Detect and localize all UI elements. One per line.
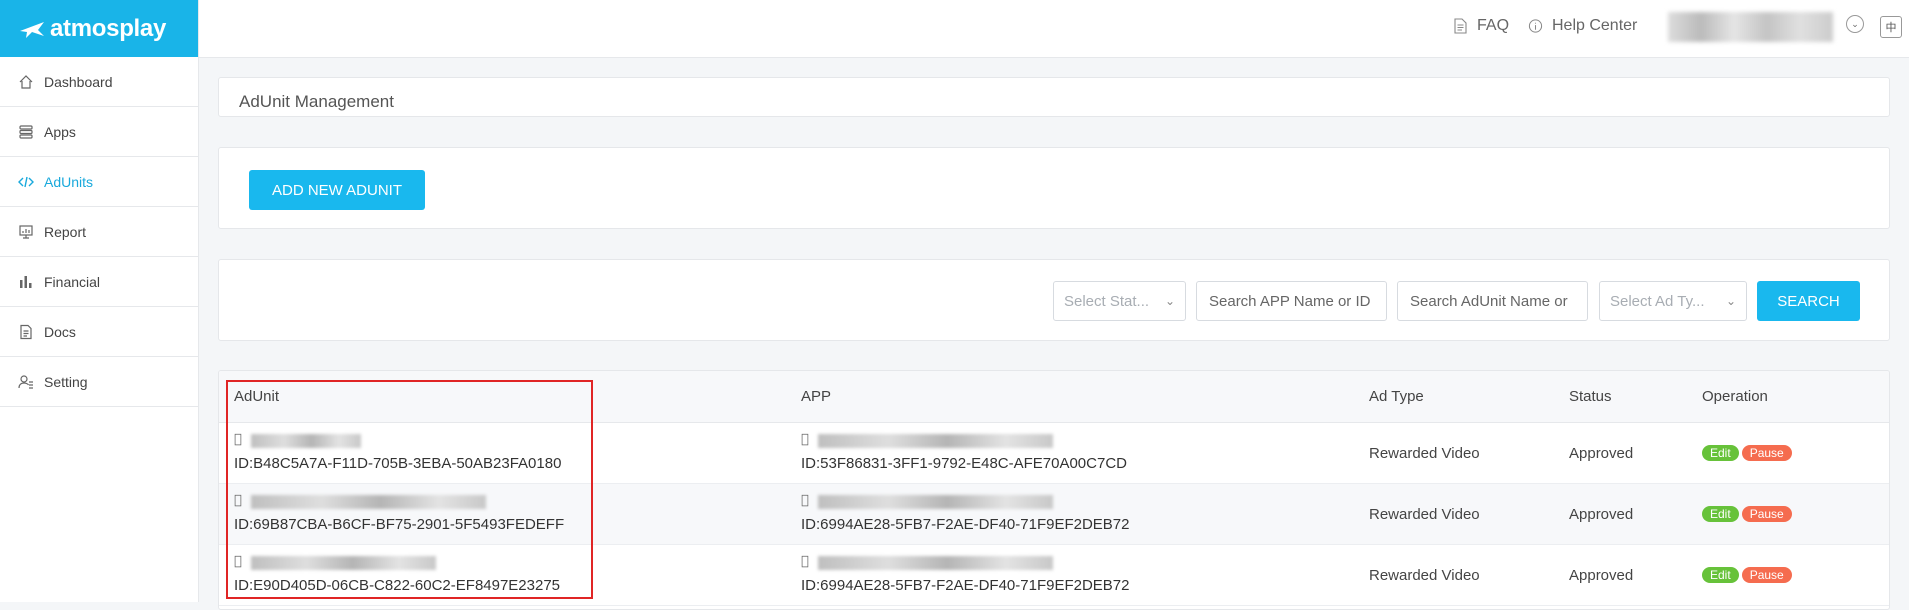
apple-icon:  bbox=[801, 493, 809, 508]
sidebar-item-financial[interactable]: Financial bbox=[0, 257, 198, 307]
table-header: AdUnit APP Ad Type Status Operation bbox=[219, 371, 1889, 423]
ad-type-value: Rewarded Video bbox=[1369, 506, 1480, 523]
home-icon bbox=[19, 74, 33, 89]
operation-cell: Edit Pause bbox=[1702, 505, 1795, 522]
faq-label: FAQ bbox=[1477, 17, 1510, 34]
app-search-field[interactable] bbox=[1196, 281, 1387, 321]
sidebar-item-label: Docs bbox=[44, 323, 76, 340]
page-title-panel: AdUnit Management bbox=[218, 77, 1890, 117]
sidebar-item-label: AdUnits bbox=[44, 173, 94, 190]
sidebar-item-adunits[interactable]: AdUnits bbox=[0, 157, 198, 207]
column-app: APP bbox=[801, 388, 832, 405]
column-status: Status bbox=[1569, 388, 1612, 405]
pause-button[interactable]: Pause bbox=[1741, 567, 1792, 583]
adunit-id: ID:E90D405D-06CB-C822-60C2-EF8497E23275 bbox=[234, 577, 561, 594]
table-row:  ID:69B87CBA-B6CF-BF75-2901-5F5493FEDEF… bbox=[219, 484, 1889, 545]
search-button[interactable]: SEARCH bbox=[1757, 281, 1860, 321]
adunit-id: ID:69B87CBA-B6CF-BF75-2901-5F5493FEDEFF bbox=[234, 516, 565, 533]
app-id: ID:6994AE28-5FB7-F2AE-DF40-71F9EF2DEB72 bbox=[801, 516, 1130, 533]
app-id: ID:6994AE28-5FB7-F2AE-DF40-71F9EF2DEB72 bbox=[801, 577, 1130, 594]
adunit-table: AdUnit APP Ad Type Status Operation  ID… bbox=[218, 370, 1890, 610]
app-id: ID:53F86831-3FF1-9792-E48C-AFE70A00C7CD bbox=[801, 455, 1127, 472]
edit-button[interactable]: Edit bbox=[1702, 506, 1739, 522]
user-settings-icon bbox=[18, 374, 33, 389]
edit-button[interactable]: Edit bbox=[1702, 445, 1739, 461]
status-value: Approved bbox=[1569, 445, 1634, 462]
plane-logo-icon bbox=[20, 21, 44, 38]
operation-cell: Edit Pause bbox=[1702, 566, 1795, 583]
app-name-redacted bbox=[818, 556, 1053, 570]
edit-button[interactable]: Edit bbox=[1702, 567, 1739, 583]
pause-button[interactable]: Pause bbox=[1741, 445, 1792, 461]
add-new-adunit-button[interactable]: ADD NEW ADUNIT bbox=[249, 170, 425, 210]
ad-type-value: Rewarded Video bbox=[1369, 567, 1480, 584]
sidebar-item-label: Report bbox=[44, 223, 87, 240]
adunit-name-redacted bbox=[251, 556, 436, 570]
operation-cell: Edit Pause bbox=[1702, 444, 1795, 461]
user-account-name[interactable] bbox=[1668, 12, 1833, 42]
table-row:  ID:B48C5A7A-F11D-705B-3EBA-50AB23FA018… bbox=[219, 423, 1889, 484]
ad-type-select-value: Select Ad Ty... bbox=[1610, 292, 1705, 310]
table-row:  ID:E90D405D-06CB-C822-60C2-EF8497E2327… bbox=[219, 545, 1889, 606]
sidebar-item-label: Apps bbox=[44, 123, 76, 140]
adunit-name-redacted bbox=[251, 434, 361, 448]
column-operation: Operation bbox=[1702, 388, 1768, 405]
status-select[interactable]: Select Stat... ⌄ bbox=[1053, 281, 1186, 321]
document-icon bbox=[1454, 18, 1467, 34]
document-icon bbox=[20, 324, 32, 339]
info-icon bbox=[1528, 19, 1543, 33]
page-title: AdUnit Management bbox=[239, 92, 394, 111]
app-search-input[interactable] bbox=[1207, 291, 1376, 311]
apple-icon:  bbox=[234, 554, 242, 569]
sidebar-item-report[interactable]: Report bbox=[0, 207, 198, 257]
app-name-redacted bbox=[818, 434, 1053, 448]
apple-icon:  bbox=[234, 432, 242, 447]
apple-icon:  bbox=[801, 432, 809, 447]
column-adunit: AdUnit bbox=[234, 388, 280, 405]
apple-icon:  bbox=[801, 554, 809, 569]
adunit-search-input[interactable] bbox=[1408, 291, 1577, 311]
status-value: Approved bbox=[1569, 506, 1634, 523]
chevron-down-icon: ⌄ bbox=[1725, 294, 1736, 308]
sidebar: atmosplay Dashboard Apps AdUnits Report … bbox=[0, 0, 199, 602]
help-center-label: Help Center bbox=[1552, 17, 1638, 34]
app-name-redacted bbox=[818, 495, 1053, 509]
sidebar-item-label: Financial bbox=[44, 273, 101, 290]
chevron-down-icon: ⌄ bbox=[1164, 294, 1175, 308]
sidebar-item-label: Setting bbox=[44, 373, 88, 390]
pause-button[interactable]: Pause bbox=[1741, 506, 1792, 522]
sidebar-item-apps[interactable]: Apps bbox=[0, 107, 198, 157]
language-toggle[interactable]: 中 bbox=[1880, 16, 1902, 38]
chevron-down-icon[interactable]: ⌄ bbox=[1846, 15, 1864, 33]
top-header bbox=[199, 0, 1909, 58]
brand-name: atmosplay bbox=[50, 14, 167, 42]
column-ad-type: Ad Type bbox=[1369, 388, 1424, 405]
brand-logo[interactable]: atmosplay bbox=[0, 0, 198, 57]
adunit-name-redacted bbox=[251, 495, 486, 509]
ad-type-value: Rewarded Video bbox=[1369, 445, 1480, 462]
filter-panel: Select Stat... ⌄ Select Ad Ty... ⌄ SEARC… bbox=[218, 259, 1890, 341]
code-icon bbox=[18, 176, 34, 187]
sidebar-item-docs[interactable]: Docs bbox=[0, 307, 198, 357]
adunit-search-field[interactable] bbox=[1397, 281, 1588, 321]
sidebar-item-dashboard[interactable]: Dashboard bbox=[0, 57, 198, 107]
sidebar-item-label: Dashboard bbox=[44, 73, 113, 90]
add-panel: ADD NEW ADUNIT bbox=[218, 147, 1890, 229]
faq-link[interactable]: FAQ bbox=[1453, 17, 1509, 35]
status-value: Approved bbox=[1569, 567, 1634, 584]
layers-icon bbox=[19, 124, 33, 139]
sidebar-item-setting[interactable]: Setting bbox=[0, 357, 198, 407]
apple-icon:  bbox=[234, 493, 242, 508]
help-center-link[interactable]: Help Center bbox=[1528, 17, 1637, 35]
status-select-value: Select Stat... bbox=[1064, 292, 1150, 310]
adunit-id: ID:B48C5A7A-F11D-705B-3EBA-50AB23FA0180 bbox=[234, 455, 562, 472]
bar-chart-icon bbox=[20, 275, 32, 288]
report-icon bbox=[19, 224, 33, 239]
ad-type-select[interactable]: Select Ad Ty... ⌄ bbox=[1599, 281, 1747, 321]
